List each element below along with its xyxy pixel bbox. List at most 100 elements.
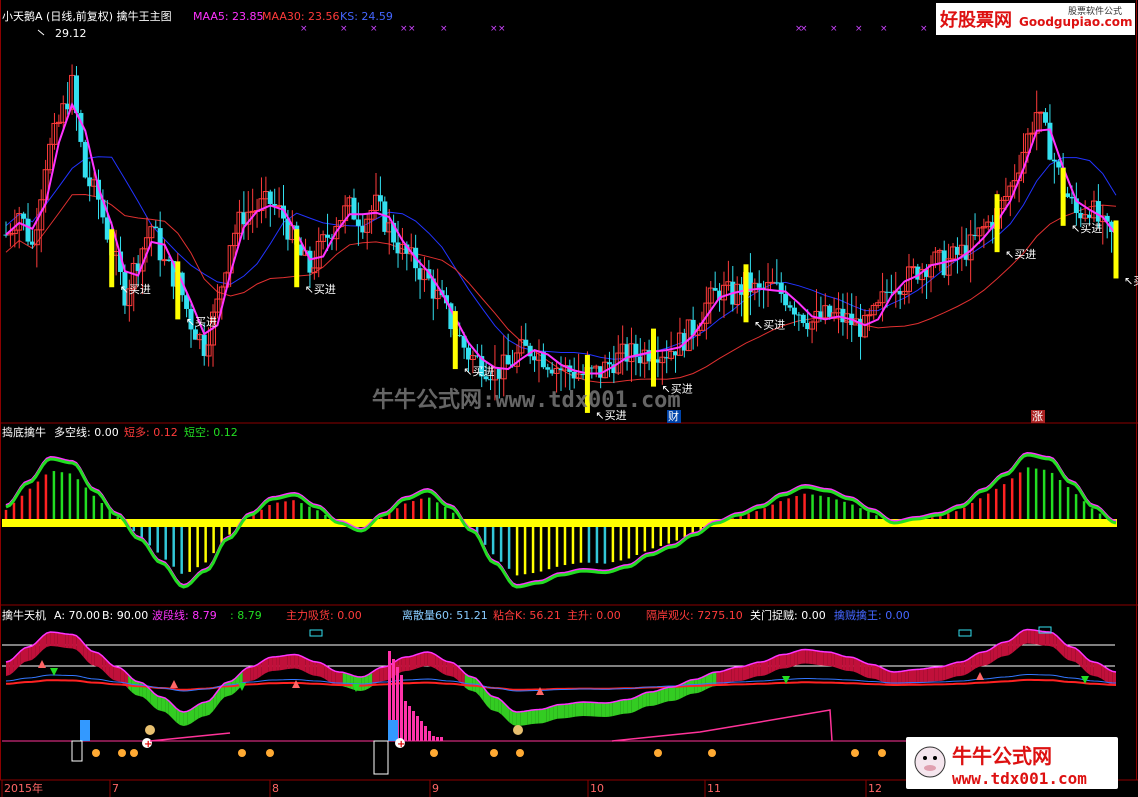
- band-segment: [46, 632, 51, 647]
- band-segment: [590, 702, 595, 717]
- buy-bar: [1113, 220, 1119, 279]
- pink-bar: [416, 716, 419, 741]
- x-marker: ×: [830, 24, 838, 34]
- band-segment: [746, 664, 750, 680]
- buy-bar: [109, 229, 115, 288]
- band-segment: [727, 668, 732, 684]
- band-segment: [1067, 646, 1072, 661]
- candle-body: [800, 314, 806, 324]
- band-segment: [823, 651, 828, 666]
- band-segment: [531, 709, 536, 725]
- pink-bar: [440, 737, 443, 741]
- zhuli-legend: 主力吸货: 0.00: [286, 608, 362, 622]
- band-segment: [749, 663, 754, 679]
- candle-body: [21, 213, 27, 219]
- buy-bar: [651, 328, 656, 387]
- band-segment: [557, 704, 561, 719]
- logo-top-small: 股票软件公式: [1068, 5, 1122, 17]
- hand-icon: [490, 749, 498, 757]
- colon-legend: : 8.79: [230, 609, 262, 622]
- cow-icon: [914, 746, 946, 778]
- band-segment: [28, 646, 32, 661]
- candle-body: [523, 339, 529, 346]
- hand-icon: [516, 749, 524, 757]
- band-segment: [779, 654, 783, 669]
- tdx001-logo: 牛牛公式网 www.tdx001.com: [906, 737, 1118, 789]
- band-segment: [409, 655, 413, 671]
- band-segment: [1045, 631, 1050, 646]
- buy-label: ↖买进: [1071, 222, 1102, 235]
- band-segment: [982, 651, 987, 666]
- band-segment: [586, 702, 591, 717]
- band-segment: [94, 652, 99, 667]
- band-segment: [868, 664, 872, 679]
- band-segment: [956, 662, 961, 677]
- band-segment: [801, 649, 806, 664]
- b-legend: B: 90.00: [102, 609, 148, 622]
- band-segment: [620, 699, 624, 715]
- x-marker: ×: [855, 24, 863, 34]
- pink-bar: [432, 736, 435, 741]
- band-segment: [742, 665, 746, 681]
- band-segment: [283, 655, 288, 670]
- candle-body: [910, 266, 917, 269]
- band-segment: [934, 667, 939, 682]
- pink-bar: [400, 675, 403, 741]
- duankong-legend: 短空: 0.12: [184, 425, 238, 439]
- band-segment: [653, 690, 658, 706]
- stock-chart[interactable]: ↖买进↖买进↖买进↖买进↖买进↖买进↖买进↖买进↖买进↖买进 29.12 财 涨…: [0, 0, 1138, 797]
- candle-body: [457, 335, 463, 337]
- band-segment: [1093, 662, 1098, 677]
- oscillator-zero-band: [2, 519, 1117, 527]
- band-segment: [161, 697, 166, 712]
- band-segment: [1030, 629, 1035, 645]
- band-segment: [897, 671, 902, 686]
- band-segment: [853, 657, 857, 673]
- band-segment: [612, 701, 617, 717]
- buy-bar: [175, 261, 181, 320]
- band-segment: [65, 633, 69, 649]
- band-segment: [202, 702, 206, 717]
- band-segment: [605, 702, 610, 717]
- x-tick-label: 7: [112, 782, 119, 795]
- hand-icon: [851, 749, 859, 757]
- band-segment: [6, 661, 10, 676]
- band-segment: [527, 710, 532, 725]
- pink-bar: [424, 726, 427, 741]
- band-segment: [538, 709, 543, 724]
- x-marker: ×: [300, 24, 308, 34]
- band-segment: [805, 649, 809, 664]
- band-segment: [860, 660, 865, 677]
- band-segment: [561, 704, 565, 719]
- band-segment: [265, 657, 269, 674]
- candle-body: [769, 281, 776, 284]
- band-segment: [831, 652, 835, 668]
- band-segment: [1023, 629, 1028, 645]
- candle-body: [783, 293, 789, 306]
- band-segment: [179, 711, 184, 726]
- band-segment: [875, 665, 880, 681]
- zhuizei-legend: 擒贼擒王: 0.00: [834, 608, 910, 622]
- buy-bar: [294, 229, 300, 288]
- x-marker: ×: [408, 24, 416, 34]
- buy-bar: [994, 194, 1000, 253]
- band-segment: [268, 657, 273, 672]
- hand-icon: [878, 749, 886, 757]
- band-segment: [549, 705, 554, 721]
- band-segment: [383, 666, 388, 681]
- x-marker: ×: [440, 24, 448, 34]
- band-segment: [894, 671, 898, 686]
- band-segment: [568, 703, 573, 718]
- candle-body: [1047, 122, 1053, 160]
- band-segment: [50, 632, 55, 647]
- blue-block: [80, 720, 90, 741]
- band-segment: [405, 656, 410, 671]
- band-segment: [320, 662, 325, 679]
- band-segment: [553, 704, 558, 720]
- band-segment: [649, 691, 654, 706]
- x-tick-label: 9: [432, 782, 439, 795]
- buy-bar: [452, 311, 458, 370]
- zhusheng-legend: 主升: 0.00: [567, 609, 621, 622]
- band-segment: [635, 695, 639, 712]
- candle: [82, 139, 88, 179]
